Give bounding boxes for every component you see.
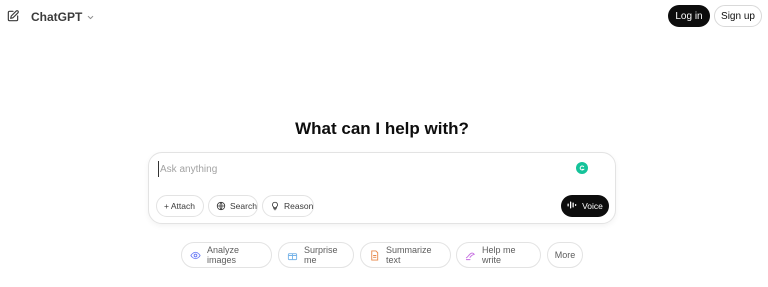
app-title: ChatGPT [31, 10, 83, 24]
suggestion-chips: Analyze images Surprise me Summarize tex… [0, 242, 768, 268]
chevron-down-icon [86, 12, 96, 22]
lightbulb-icon [270, 201, 280, 211]
suggestion-label: Summarize text [386, 245, 432, 265]
voice-button[interactable]: Voice [561, 195, 609, 217]
voice-label: Voice [582, 201, 603, 211]
reason-button[interactable]: Reason [262, 195, 314, 217]
prompt-composer: + Attach Search Reason Voice [148, 152, 616, 224]
search-label: Search [230, 201, 257, 211]
suggestion-more[interactable]: More [547, 242, 583, 268]
search-button[interactable]: Search [208, 195, 258, 217]
suggestion-help-me-write[interactable]: Help me write [456, 242, 541, 268]
prompt-input[interactable] [158, 161, 558, 177]
pen-icon [465, 250, 476, 261]
model-switcher[interactable]: ChatGPT [31, 8, 96, 26]
edit-icon[interactable] [4, 7, 22, 25]
suggestion-label: More [554, 250, 576, 260]
suggestion-summarize-text[interactable]: Summarize text [360, 242, 451, 268]
attach-label: + Attach [164, 201, 195, 211]
top-bar: ChatGPT Log in Sign up [0, 0, 768, 34]
suggestion-analyze-images[interactable]: Analyze images [181, 242, 272, 268]
suggestion-label: Surprise me [304, 245, 338, 265]
signup-button[interactable]: Sign up [714, 5, 762, 27]
suggestion-label: Analyze images [207, 245, 240, 265]
reason-label: Reason [284, 201, 314, 211]
eye-icon [190, 250, 201, 261]
attach-button[interactable]: + Attach [156, 195, 204, 217]
document-icon [369, 249, 380, 261]
suggestion-label: Help me write [482, 245, 516, 265]
page-title: What can I help with? [295, 119, 469, 138]
grammarly-icon[interactable] [576, 162, 588, 174]
login-button[interactable]: Log in [668, 5, 710, 27]
gift-icon [287, 250, 298, 261]
globe-icon [216, 201, 226, 211]
suggestion-surprise-me[interactable]: Surprise me [278, 242, 354, 268]
waveform-icon [567, 200, 578, 212]
